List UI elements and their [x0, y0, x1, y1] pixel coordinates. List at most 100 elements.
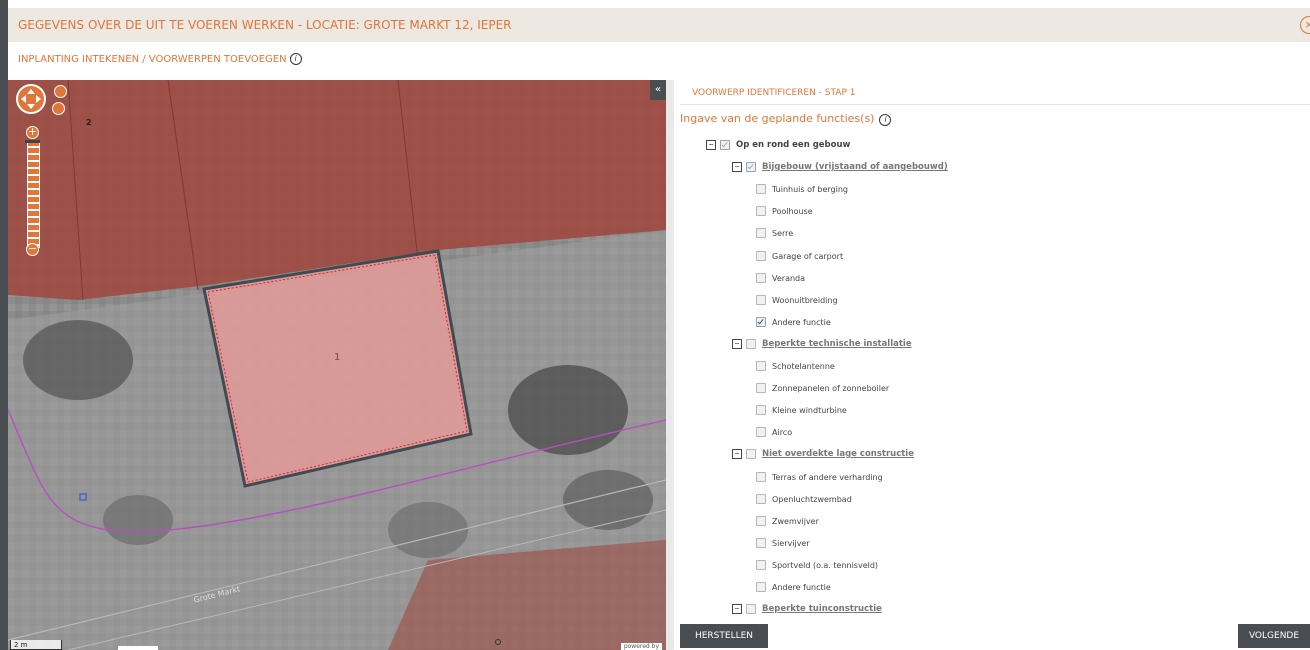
info-icon[interactable]: i [879, 114, 892, 126]
checkbox-option[interactable]: Woonuitbreiding [756, 293, 838, 307]
collapse-toggle-icon[interactable]: − [732, 604, 742, 614]
zoom-in-button[interactable]: + [26, 126, 39, 139]
option-label: Kleine windturbine [772, 405, 847, 415]
tree-shadow [508, 365, 628, 455]
checkbox[interactable] [756, 184, 766, 194]
tree-shadow [103, 495, 173, 545]
checkbox-option[interactable]: Veranda [756, 271, 805, 285]
question-label: Ingave van de geplande functies(s) [680, 112, 875, 125]
function-question: Ingave van de geplande functies(s) i [680, 112, 892, 126]
checkbox[interactable] [756, 427, 766, 437]
location-pin-icon[interactable] [52, 102, 65, 115]
option-label: Openluchtzwembad [772, 494, 852, 504]
parcel-number: 2 [86, 118, 92, 127]
zoom-search-icon[interactable] [54, 85, 67, 98]
checkbox-checked[interactable] [720, 140, 730, 150]
option-label: Andere functie [772, 317, 831, 327]
breadcrumb: INPLANTING INTEKENEN / VOORWERPEN TOEVOE… [18, 53, 302, 65]
function-panel: VOORWERP IDENTIFICEREN - STAP 1 Ingave v… [680, 80, 1310, 620]
pan-arrows-icon [21, 89, 41, 109]
map-viewer[interactable]: 2 1 Grote Markt + − 2 m powered by [8, 80, 666, 650]
tree-shadow [388, 502, 468, 558]
option-label: Op en rond een gebouw [736, 140, 851, 150]
checkbox-option[interactable]: Kleine windturbine [756, 403, 847, 417]
checkbox[interactable] [756, 383, 766, 393]
option-label[interactable]: Niet overdekte lage constructie [762, 449, 914, 459]
map-canvas[interactable] [8, 80, 666, 650]
collapse-toggle-icon[interactable]: − [732, 162, 742, 172]
checkbox-option[interactable]: Garage of carport [756, 249, 843, 263]
collapse-toggle-icon[interactable]: − [732, 449, 742, 459]
checkbox[interactable] [756, 538, 766, 548]
checkbox-option[interactable]: Poolhouse [756, 204, 813, 218]
info-icon[interactable]: i [289, 53, 302, 65]
collapse-toggle-icon[interactable]: − [706, 140, 716, 150]
page-title: GEGEVENS OVER DE UIT TE VOEREN WERKEN - … [18, 18, 512, 32]
checkbox[interactable] [756, 582, 766, 592]
checkbox-option[interactable]: Zwemvijver [756, 514, 819, 528]
checkbox[interactable] [756, 251, 766, 261]
checkbox-option[interactable]: Airco [756, 425, 792, 439]
pan-control[interactable] [16, 84, 46, 114]
option-label: Woonuitbreiding [772, 295, 838, 305]
checkbox-option[interactable]: Sportveld (o.a. tennisveld) [756, 558, 878, 572]
checkbox-option[interactable]: Andere functie [756, 315, 831, 329]
next-button[interactable]: VOLGENDE [1238, 624, 1310, 648]
option-label: Schotelantenne [772, 361, 835, 371]
reset-button[interactable]: HERSTELLEN [680, 624, 768, 648]
checkbox[interactable] [756, 228, 766, 238]
collapse-toggle-icon[interactable]: − [732, 339, 742, 349]
checkbox-checked[interactable] [756, 317, 766, 327]
option-label: Veranda [772, 273, 806, 283]
collapse-map-button[interactable]: « [650, 80, 666, 100]
option-label: Airco [772, 427, 793, 437]
checkbox-option[interactable]: Schotelantenne [756, 359, 835, 373]
left-edge-bar [0, 0, 8, 650]
tree-group-item[interactable]: − Beperkte tuinconstructie [732, 602, 882, 616]
checkbox-checked[interactable] [746, 162, 756, 172]
checkbox[interactable] [756, 361, 766, 371]
option-label: Sportveld (o.a. tennisveld) [772, 560, 879, 570]
option-label: Siervijver [772, 538, 810, 548]
option-label[interactable]: Beperkte technische installatie [762, 339, 912, 349]
option-label[interactable]: Beperkte tuinconstructie [762, 604, 882, 614]
zoom-slider[interactable] [27, 140, 40, 248]
breadcrumb-label: INPLANTING INTEKENEN / VOORWERPEN TOEVOE… [18, 54, 287, 65]
checkbox[interactable] [756, 295, 766, 305]
option-label: Poolhouse [772, 206, 813, 216]
checkbox[interactable] [756, 405, 766, 415]
tree-group-item[interactable]: − Beperkte technische installatie [732, 337, 912, 351]
scale-bar: 2 m [10, 640, 62, 650]
checkbox[interactable] [746, 604, 756, 614]
checkbox[interactable] [756, 560, 766, 570]
tree-group-item[interactable]: − Bijgebouw (vrijstaand of aangebouwd) [732, 160, 948, 174]
zoom-slider-handle[interactable] [25, 140, 40, 143]
tree-group-item[interactable]: − Op en rond een gebouw [706, 138, 850, 152]
checkbox[interactable] [756, 494, 766, 504]
checkbox[interactable] [746, 449, 756, 459]
checkbox-option[interactable]: Openluchtzwembad [756, 492, 852, 506]
close-icon[interactable]: × [1300, 16, 1310, 34]
checkbox[interactable] [756, 516, 766, 526]
page-header: GEGEVENS OVER DE UIT TE VOEREN WERKEN - … [8, 8, 1310, 42]
option-label[interactable]: Bijgebouw (vrijstaand of aangebouwd) [762, 162, 948, 172]
checkbox[interactable] [756, 472, 766, 482]
checkbox-option[interactable]: Tuinhuis of berging [756, 182, 848, 196]
checkbox[interactable] [756, 206, 766, 216]
checkbox-option[interactable]: Serre [756, 226, 793, 240]
checkbox-option[interactable]: Andere functie [756, 580, 831, 594]
checkbox-option[interactable]: Siervijver [756, 536, 810, 550]
tree-group-item[interactable]: − Niet overdekte lage constructie [732, 447, 914, 461]
checkbox[interactable] [756, 273, 766, 283]
tree-shadow [563, 470, 653, 530]
object-number: 1 [334, 352, 341, 363]
checkbox-option[interactable]: Terras of andere verharding [756, 470, 883, 484]
option-label: Tuinhuis of berging [772, 184, 848, 194]
panel-splitter[interactable] [666, 80, 674, 650]
zoom-out-button[interactable]: − [26, 243, 39, 256]
tree-shadow [23, 320, 133, 400]
step-title: VOORWERP IDENTIFICEREN - STAP 1 [692, 88, 856, 98]
option-label: Andere functie [772, 582, 831, 592]
checkbox[interactable] [746, 339, 756, 349]
checkbox-option[interactable]: Zonnepanelen of zonneboiler [756, 381, 889, 395]
